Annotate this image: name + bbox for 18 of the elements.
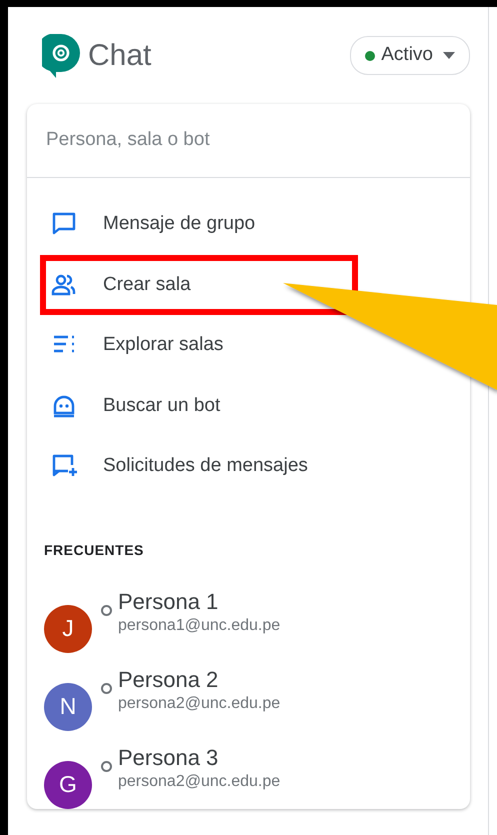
contact-name[interactable]: Persona 1 <box>118 588 280 614</box>
avatar[interactable]: J <box>44 604 92 652</box>
presence-icon <box>101 604 112 616</box>
contact-email: persona2@unc.edu.pe <box>118 772 280 792</box>
avatar[interactable]: G <box>44 760 92 808</box>
presence-icon <box>101 682 112 694</box>
contact-name[interactable]: Persona 3 <box>118 744 280 770</box>
section-heading: FRECUENTES <box>43 540 145 560</box>
chat-logo-icon <box>42 34 80 78</box>
contact-email: persona1@unc.edu.pe <box>118 616 280 636</box>
menu-item[interactable]: Crear sala <box>40 254 358 315</box>
app-title: Chat <box>88 38 152 74</box>
contact-email: persona2@unc.edu.pe <box>118 694 280 714</box>
status-dropdown[interactable]: Activo <box>350 36 470 75</box>
presence-icon <box>101 760 112 772</box>
contact-name[interactable]: Persona 2 <box>118 666 280 692</box>
avatar[interactable]: N <box>44 682 92 730</box>
caret-icon <box>443 52 455 59</box>
